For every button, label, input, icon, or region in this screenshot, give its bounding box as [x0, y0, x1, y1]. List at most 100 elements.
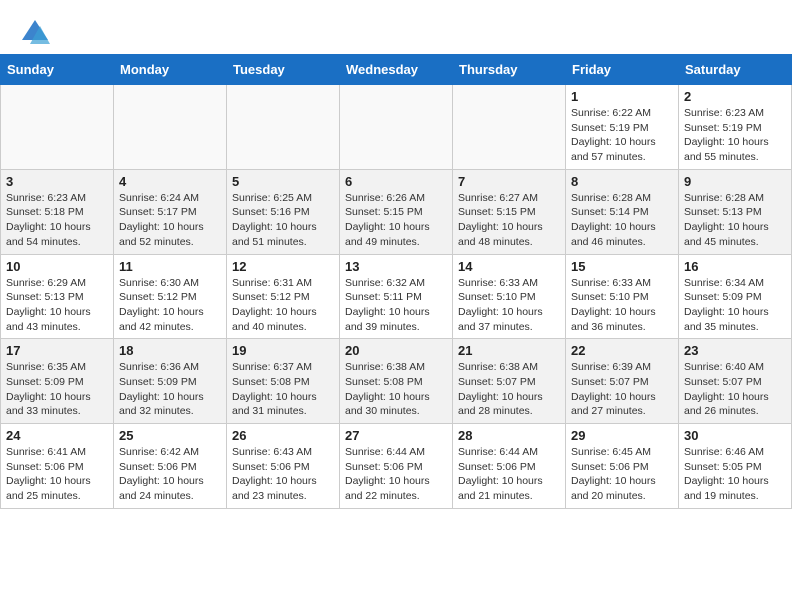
day-number: 20: [345, 343, 447, 358]
day-number: 28: [458, 428, 560, 443]
calendar-cell: 3 Sunrise: 6:23 AM Sunset: 5:18 PM Daylig…: [1, 169, 114, 254]
day-number: 22: [571, 343, 673, 358]
day-info: Sunrise: 6:30 AM Sunset: 5:12 PM Dayligh…: [119, 276, 221, 335]
day-number: 1: [571, 89, 673, 104]
day-info: Sunrise: 6:38 AM Sunset: 5:08 PM Dayligh…: [345, 360, 447, 419]
day-info: Sunrise: 6:39 AM Sunset: 5:07 PM Dayligh…: [571, 360, 673, 419]
calendar-header-monday: Monday: [114, 55, 227, 85]
calendar-cell: [453, 85, 566, 170]
calendar-header-tuesday: Tuesday: [227, 55, 340, 85]
calendar-cell: 15 Sunrise: 6:33 AM Sunset: 5:10 PM Dayli…: [566, 254, 679, 339]
calendar-cell: 4 Sunrise: 6:24 AM Sunset: 5:17 PM Daylig…: [114, 169, 227, 254]
day-number: 21: [458, 343, 560, 358]
day-number: 23: [684, 343, 786, 358]
calendar-cell: 13 Sunrise: 6:32 AM Sunset: 5:11 PM Dayli…: [340, 254, 453, 339]
calendar-cell: [1, 85, 114, 170]
calendar-week-row: 17 Sunrise: 6:35 AM Sunset: 5:09 PM Dayli…: [1, 339, 792, 424]
calendar-header-sunday: Sunday: [1, 55, 114, 85]
day-number: 24: [6, 428, 108, 443]
day-info: Sunrise: 6:36 AM Sunset: 5:09 PM Dayligh…: [119, 360, 221, 419]
day-info: Sunrise: 6:35 AM Sunset: 5:09 PM Dayligh…: [6, 360, 108, 419]
calendar-cell: 16 Sunrise: 6:34 AM Sunset: 5:09 PM Dayli…: [679, 254, 792, 339]
calendar-cell: 5Sunrise: 6:25 AM Sunset: 5:16 PM Daylig…: [227, 169, 340, 254]
logo-icon: [20, 18, 50, 46]
day-number: 17: [6, 343, 108, 358]
calendar-week-row: 24 Sunrise: 6:41 AM Sunset: 5:06 PM Dayli…: [1, 424, 792, 509]
day-info: Sunrise: 6:33 AM Sunset: 5:10 PM Dayligh…: [458, 276, 560, 335]
day-number: 4: [119, 174, 221, 189]
calendar-cell: 17 Sunrise: 6:35 AM Sunset: 5:09 PM Dayli…: [1, 339, 114, 424]
day-number: 13: [345, 259, 447, 274]
day-number: 15: [571, 259, 673, 274]
calendar-cell: 9 Sunrise: 6:28 AM Sunset: 5:13 PM Daylig…: [679, 169, 792, 254]
day-number: 18: [119, 343, 221, 358]
day-number: 9: [684, 174, 786, 189]
day-info: Sunrise: 6:38 AM Sunset: 5:07 PM Dayligh…: [458, 360, 560, 419]
day-number: 14: [458, 259, 560, 274]
calendar-cell: 26 Sunrise: 6:43 AM Sunset: 5:06 PM Dayli…: [227, 424, 340, 509]
calendar-cell: [114, 85, 227, 170]
calendar-cell: 22 Sunrise: 6:39 AM Sunset: 5:07 PM Dayli…: [566, 339, 679, 424]
calendar-cell: 29Sunrise: 6:45 AM Sunset: 5:06 PM Dayli…: [566, 424, 679, 509]
calendar-cell: 21 Sunrise: 6:38 AM Sunset: 5:07 PM Dayli…: [453, 339, 566, 424]
day-info: Sunrise: 6:23 AM Sunset: 5:18 PM Dayligh…: [6, 191, 108, 250]
day-info: Sunrise: 6:46 AM Sunset: 5:05 PM Dayligh…: [684, 445, 786, 504]
calendar-week-row: 1Sunrise: 6:22 AM Sunset: 5:19 PM Daylig…: [1, 85, 792, 170]
day-number: 3: [6, 174, 108, 189]
day-info: Sunrise: 6:27 AM Sunset: 5:15 PM Dayligh…: [458, 191, 560, 250]
logo: [20, 18, 54, 46]
day-number: 26: [232, 428, 334, 443]
page: SundayMondayTuesdayWednesdayThursdayFrid…: [0, 0, 792, 509]
day-info: Sunrise: 6:43 AM Sunset: 5:06 PM Dayligh…: [232, 445, 334, 504]
day-info: Sunrise: 6:28 AM Sunset: 5:14 PM Dayligh…: [571, 191, 673, 250]
calendar-cell: 24 Sunrise: 6:41 AM Sunset: 5:06 PM Dayli…: [1, 424, 114, 509]
day-info: Sunrise: 6:45 AM Sunset: 5:06 PM Dayligh…: [571, 445, 673, 504]
day-info: Sunrise: 6:40 AM Sunset: 5:07 PM Dayligh…: [684, 360, 786, 419]
day-info: Sunrise: 6:31 AM Sunset: 5:12 PM Dayligh…: [232, 276, 334, 335]
calendar-cell: 30 Sunrise: 6:46 AM Sunset: 5:05 PM Dayli…: [679, 424, 792, 509]
calendar-cell: 10Sunrise: 6:29 AM Sunset: 5:13 PM Dayli…: [1, 254, 114, 339]
calendar-cell: 19Sunrise: 6:37 AM Sunset: 5:08 PM Dayli…: [227, 339, 340, 424]
day-info: Sunrise: 6:42 AM Sunset: 5:06 PM Dayligh…: [119, 445, 221, 504]
day-number: 6: [345, 174, 447, 189]
calendar-cell: 12 Sunrise: 6:31 AM Sunset: 5:12 PM Dayli…: [227, 254, 340, 339]
calendar-header-thursday: Thursday: [453, 55, 566, 85]
calendar-week-row: 10Sunrise: 6:29 AM Sunset: 5:13 PM Dayli…: [1, 254, 792, 339]
calendar-cell: 1Sunrise: 6:22 AM Sunset: 5:19 PM Daylig…: [566, 85, 679, 170]
calendar-cell: 28 Sunrise: 6:44 AM Sunset: 5:06 PM Dayli…: [453, 424, 566, 509]
day-info: Sunrise: 6:44 AM Sunset: 5:06 PM Dayligh…: [458, 445, 560, 504]
calendar-cell: 2Sunrise: 6:23 AM Sunset: 5:19 PM Daylig…: [679, 85, 792, 170]
calendar-cell: 27Sunrise: 6:44 AM Sunset: 5:06 PM Dayli…: [340, 424, 453, 509]
day-info: Sunrise: 6:41 AM Sunset: 5:06 PM Dayligh…: [6, 445, 108, 504]
day-number: 5: [232, 174, 334, 189]
day-number: 25: [119, 428, 221, 443]
calendar-header-row: SundayMondayTuesdayWednesdayThursdayFrid…: [1, 55, 792, 85]
day-number: 12: [232, 259, 334, 274]
day-info: Sunrise: 6:24 AM Sunset: 5:17 PM Dayligh…: [119, 191, 221, 250]
day-info: Sunrise: 6:28 AM Sunset: 5:13 PM Dayligh…: [684, 191, 786, 250]
day-number: 30: [684, 428, 786, 443]
calendar-header-friday: Friday: [566, 55, 679, 85]
day-info: Sunrise: 6:26 AM Sunset: 5:15 PM Dayligh…: [345, 191, 447, 250]
day-number: 8: [571, 174, 673, 189]
day-number: 19: [232, 343, 334, 358]
calendar-cell: 6 Sunrise: 6:26 AM Sunset: 5:15 PM Daylig…: [340, 169, 453, 254]
calendar-cell: 11 Sunrise: 6:30 AM Sunset: 5:12 PM Dayli…: [114, 254, 227, 339]
day-number: 2: [684, 89, 786, 104]
calendar-cell: 20 Sunrise: 6:38 AM Sunset: 5:08 PM Dayli…: [340, 339, 453, 424]
day-info: Sunrise: 6:32 AM Sunset: 5:11 PM Dayligh…: [345, 276, 447, 335]
day-number: 11: [119, 259, 221, 274]
calendar-table: SundayMondayTuesdayWednesdayThursdayFrid…: [0, 54, 792, 509]
day-info: Sunrise: 6:33 AM Sunset: 5:10 PM Dayligh…: [571, 276, 673, 335]
day-number: 7: [458, 174, 560, 189]
day-info: Sunrise: 6:44 AM Sunset: 5:06 PM Dayligh…: [345, 445, 447, 504]
calendar-cell: 18 Sunrise: 6:36 AM Sunset: 5:09 PM Dayli…: [114, 339, 227, 424]
calendar-cell: 7 Sunrise: 6:27 AM Sunset: 5:15 PM Daylig…: [453, 169, 566, 254]
calendar-cell: [227, 85, 340, 170]
calendar-cell: 8 Sunrise: 6:28 AM Sunset: 5:14 PM Daylig…: [566, 169, 679, 254]
day-number: 16: [684, 259, 786, 274]
day-number: 10: [6, 259, 108, 274]
day-info: Sunrise: 6:34 AM Sunset: 5:09 PM Dayligh…: [684, 276, 786, 335]
calendar-cell: 23 Sunrise: 6:40 AM Sunset: 5:07 PM Dayli…: [679, 339, 792, 424]
calendar-cell: 25 Sunrise: 6:42 AM Sunset: 5:06 PM Dayli…: [114, 424, 227, 509]
